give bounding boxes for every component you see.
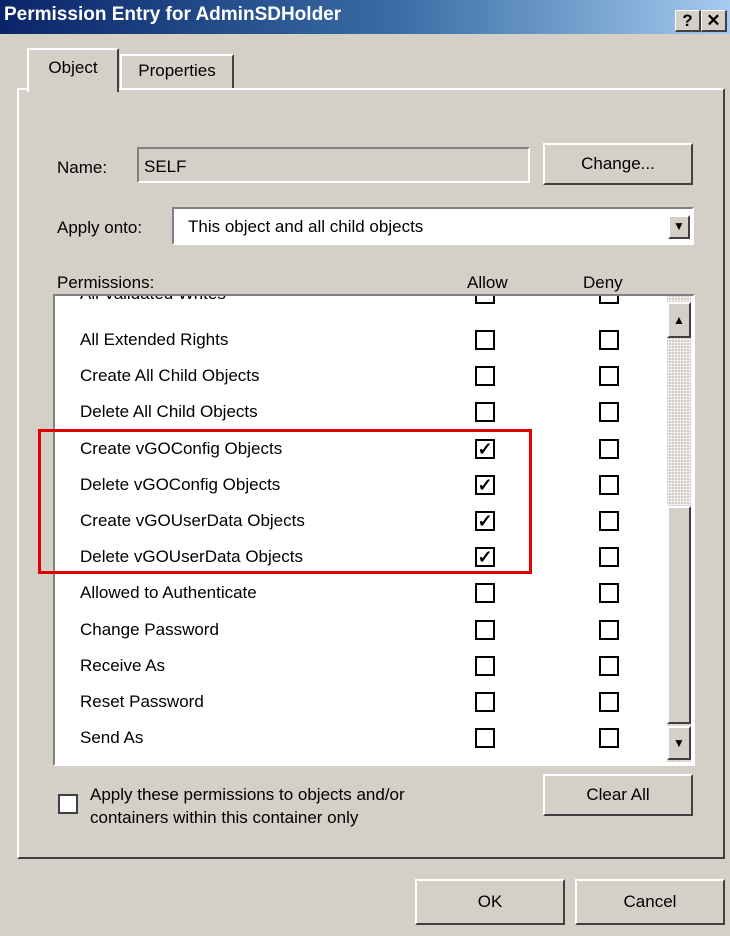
permission-row: Send As: [55, 725, 665, 755]
tab-object[interactable]: Object: [27, 48, 119, 92]
scroll-up-icon[interactable]: ▲: [667, 302, 691, 338]
highlight-box: [38, 429, 532, 574]
deny-checkbox[interactable]: [599, 583, 619, 603]
permission-name: Change Password: [80, 620, 219, 639]
deny-checkbox[interactable]: [599, 296, 619, 304]
apply-onto-value: This object and all child objects: [188, 217, 424, 236]
allow-checkbox[interactable]: [475, 656, 495, 676]
allow-checkbox[interactable]: [475, 402, 495, 422]
permissions-label: Permissions:: [57, 273, 155, 292]
help-button[interactable]: ?: [675, 10, 701, 32]
window-title: Permission Entry for AdminSDHolder: [4, 4, 342, 25]
allow-checkbox[interactable]: [475, 583, 495, 603]
apply-onto-select[interactable]: This object and all child objects ▼: [172, 207, 694, 245]
allow-checkbox[interactable]: [475, 620, 495, 640]
scroll-down-icon[interactable]: ▼: [667, 726, 691, 760]
chevron-down-icon[interactable]: ▼: [668, 215, 690, 239]
name-field: SELF: [137, 147, 530, 183]
deny-header: Deny: [583, 273, 623, 292]
apply-onto-label: Apply onto:: [57, 218, 143, 237]
tab-properties[interactable]: Properties: [120, 54, 234, 88]
permission-row: Allowed to Authenticate: [55, 580, 665, 610]
change-button[interactable]: Change...: [543, 143, 693, 185]
permission-name: All Extended Rights: [80, 330, 229, 349]
allow-checkbox[interactable]: [475, 692, 495, 712]
clear-all-button[interactable]: Clear All: [543, 774, 693, 816]
ok-button[interactable]: OK: [415, 879, 565, 925]
allow-checkbox[interactable]: [475, 330, 495, 350]
permission-name: All Validated Writes: [80, 296, 226, 304]
deny-checkbox[interactable]: [599, 547, 619, 567]
permission-row: All Extended Rights: [55, 327, 665, 357]
title-bar: Permission Entry for AdminSDHolder ? ✕: [0, 0, 730, 34]
name-label: Name:: [57, 158, 108, 177]
tab-object-label: Object: [48, 58, 98, 77]
deny-checkbox[interactable]: [599, 439, 619, 459]
apply-container-only-line2: containers within this container only: [90, 808, 359, 827]
apply-container-only-line1: Apply these permissions to objects and/o…: [90, 785, 405, 804]
deny-checkbox[interactable]: [599, 728, 619, 748]
deny-checkbox[interactable]: [599, 620, 619, 640]
deny-checkbox[interactable]: [599, 656, 619, 676]
name-value: SELF: [144, 157, 187, 176]
allow-header: Allow: [467, 273, 508, 292]
permission-row: Receive As: [55, 653, 665, 683]
deny-checkbox[interactable]: [599, 692, 619, 712]
tab-properties-label: Properties: [138, 61, 216, 80]
apply-container-only-checkbox[interactable]: [58, 794, 78, 814]
permission-name: Receive As: [80, 656, 166, 675]
permission-name: Create All Child Objects: [80, 366, 260, 385]
deny-checkbox[interactable]: [599, 402, 619, 422]
deny-checkbox[interactable]: [599, 511, 619, 531]
permission-name: Delete All Child Objects: [80, 402, 258, 421]
permission-row: Create All Child Objects: [55, 363, 665, 393]
scrollbar-thumb[interactable]: [667, 506, 691, 724]
cancel-button[interactable]: Cancel: [575, 879, 725, 925]
deny-checkbox[interactable]: [599, 366, 619, 386]
permission-row: Reset Password: [55, 689, 665, 719]
allow-checkbox[interactable]: [475, 728, 495, 748]
deny-checkbox[interactable]: [599, 330, 619, 350]
deny-checkbox[interactable]: [599, 475, 619, 495]
permission-name: Reset Password: [80, 692, 204, 711]
allow-checkbox[interactable]: [475, 296, 495, 304]
close-button[interactable]: ✕: [701, 10, 727, 32]
permission-row: Change Password: [55, 617, 665, 647]
permission-name: Send As: [80, 728, 144, 747]
permission-name: Allowed to Authenticate: [80, 583, 257, 602]
partial-permission-row: All Validated Writes: [55, 296, 665, 304]
permission-row: Delete All Child Objects: [55, 399, 665, 429]
allow-checkbox[interactable]: [475, 366, 495, 386]
